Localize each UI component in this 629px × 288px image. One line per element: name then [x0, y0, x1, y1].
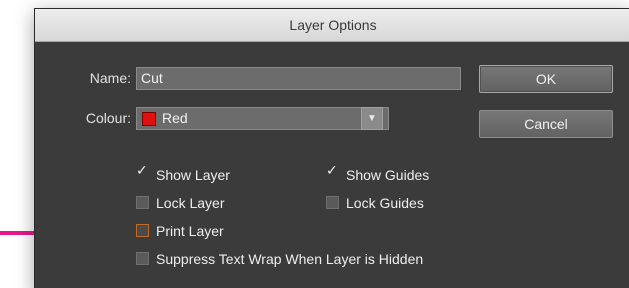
colour-label: Colour: [85, 110, 131, 126]
name-label: Name: [89, 70, 131, 86]
ok-button[interactable]: OK [479, 65, 613, 93]
lock-layer-label: Lock Layer [156, 195, 225, 211]
lock-guides-label: Lock Guides [346, 195, 424, 211]
checkmark-icon: ✓ [136, 163, 148, 179]
suppress-text-wrap-label: Suppress Text Wrap When Layer is Hidden [156, 251, 424, 267]
show-layer-checkbox[interactable]: ✓ [136, 163, 149, 181]
chevron-down-icon: ▼ [367, 113, 377, 124]
cancel-button[interactable]: Cancel [479, 110, 613, 138]
lock-layer-checkbox[interactable] [136, 196, 149, 209]
show-guides-label: Show Guides [346, 167, 430, 183]
layer-options-dialog: Layer Options Name: Cut Colour: Red ▼ OK… [34, 8, 629, 288]
print-layer-checkbox[interactable] [136, 224, 149, 237]
name-input[interactable]: Cut [136, 67, 461, 90]
colour-dropdown-button[interactable]: ▼ [361, 107, 383, 130]
show-layer-label: Show Layer [156, 167, 230, 183]
dialog-title: Layer Options [289, 17, 377, 33]
show-guides-checkbox[interactable]: ✓ [326, 163, 339, 181]
title-bar: Layer Options [35, 9, 629, 42]
colour-swatch [142, 112, 156, 126]
colour-value: Red [162, 110, 188, 126]
suppress-text-wrap-checkbox[interactable] [136, 252, 149, 265]
checkmark-icon: ✓ [326, 163, 338, 179]
colour-select[interactable]: Red [136, 107, 389, 130]
lock-guides-checkbox[interactable] [326, 196, 339, 209]
print-layer-label: Print Layer [156, 223, 224, 239]
